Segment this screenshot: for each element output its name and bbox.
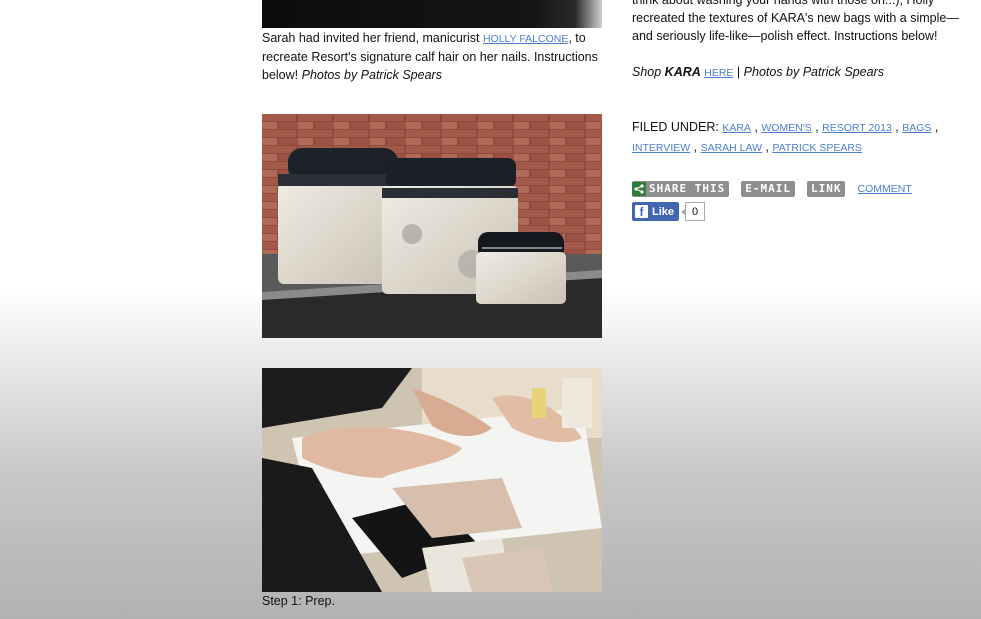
photo-credit: Photos by Patrick Spears xyxy=(301,68,442,82)
shop-brand: KARA xyxy=(664,65,701,79)
article-intro: think about washing your hands with thos… xyxy=(632,0,977,45)
tag-bags[interactable]: BAGS xyxy=(902,122,931,134)
shop-here-link[interactable]: HERE xyxy=(704,67,733,79)
tag-patrick-spears[interactable]: PATRICK SPEARS xyxy=(772,142,861,154)
shop-line: Shop KARA HERE | Photos by Patrick Spear… xyxy=(632,65,885,79)
shop-photo-credit: Photos by Patrick Spears xyxy=(743,65,885,79)
comment-link[interactable]: COMMENT xyxy=(857,183,911,195)
intro-line-1: think about washing your hands with thos… xyxy=(632,0,935,7)
facebook-like: f Like 0 xyxy=(632,202,706,221)
tag-kara[interactable]: KARA xyxy=(722,122,751,134)
share-icon xyxy=(632,182,646,196)
step-caption: Step 1: Prep. xyxy=(262,594,335,608)
tag-resort-2013[interactable]: RESORT 2013 xyxy=(822,122,892,134)
top-photo xyxy=(262,0,602,28)
bags-photo xyxy=(262,114,602,338)
email-button[interactable]: E-MAIL xyxy=(741,181,795,197)
facebook-icon: f xyxy=(635,205,648,219)
share-this-button[interactable]: SHARE THIS xyxy=(632,181,730,197)
facebook-like-button[interactable]: f Like xyxy=(632,202,680,221)
tag-womens[interactable]: WOMEN'S xyxy=(761,122,811,134)
intro-text: recreated the textures of KARA's new bag… xyxy=(632,11,959,43)
manicure-photo xyxy=(262,368,602,592)
filed-under-label: FILED UNDER: xyxy=(632,120,719,134)
tag-interview[interactable]: INTERVIEW xyxy=(632,142,690,154)
share-toolbar: SHARE THIS E-MAIL LINK COMMENT xyxy=(632,180,912,198)
tag-sarah-law[interactable]: SARAH LAW xyxy=(701,142,762,154)
holly-falcone-link[interactable]: HOLLY FALCONE xyxy=(483,33,568,45)
top-photo-caption: Sarah had invited her friend, manicurist… xyxy=(262,31,598,82)
link-button[interactable]: LINK xyxy=(806,181,846,197)
like-count: 0 xyxy=(680,202,706,221)
filed-under: FILED UNDER: KARA , WOMEN'S , RESORT 201… xyxy=(632,120,939,154)
